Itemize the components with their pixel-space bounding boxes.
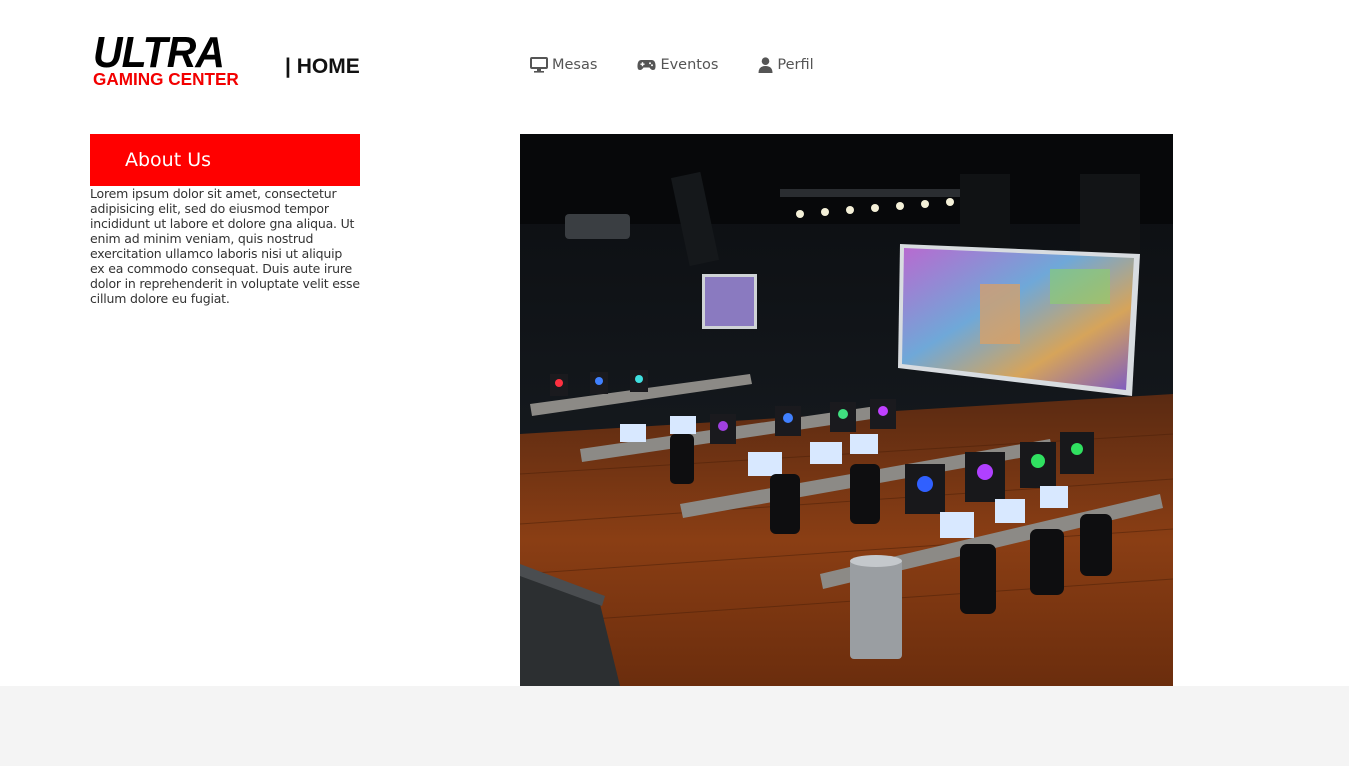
user-icon — [758, 57, 773, 73]
nav-item-label: Perfil — [777, 57, 814, 73]
logo-wordmark-top: ULTRA — [93, 28, 225, 77]
nav-item-label: Mesas — [552, 57, 598, 73]
gamepad-icon — [637, 58, 657, 72]
nav-item-mesas[interactable]: Mesas — [530, 57, 597, 73]
logo-wordmark-bottom: GAMING CENTER — [93, 69, 239, 89]
about-us-text: Lorem ipsum dolor sit amet, consectetur … — [90, 186, 360, 306]
nav-item-eventos[interactable]: Eventos — [637, 57, 718, 73]
gaming-arena-photo — [520, 134, 1173, 686]
nav-item-label: Eventos — [660, 57, 719, 73]
about-us-heading: About Us — [90, 134, 360, 186]
main-nav: Mesas Eventos Perfil — [530, 57, 854, 73]
nav-item-perfil[interactable]: Perfil — [758, 57, 814, 73]
monitor-icon — [530, 57, 548, 73]
page-title: | HOME — [285, 55, 360, 78]
footer-band — [0, 686, 1349, 766]
ultra-gaming-center-logo[interactable]: ULTRA GAMING CENTER — [93, 28, 256, 89]
page: ULTRA GAMING CENTER | HOME Mesas Eventos… — [0, 0, 1349, 766]
